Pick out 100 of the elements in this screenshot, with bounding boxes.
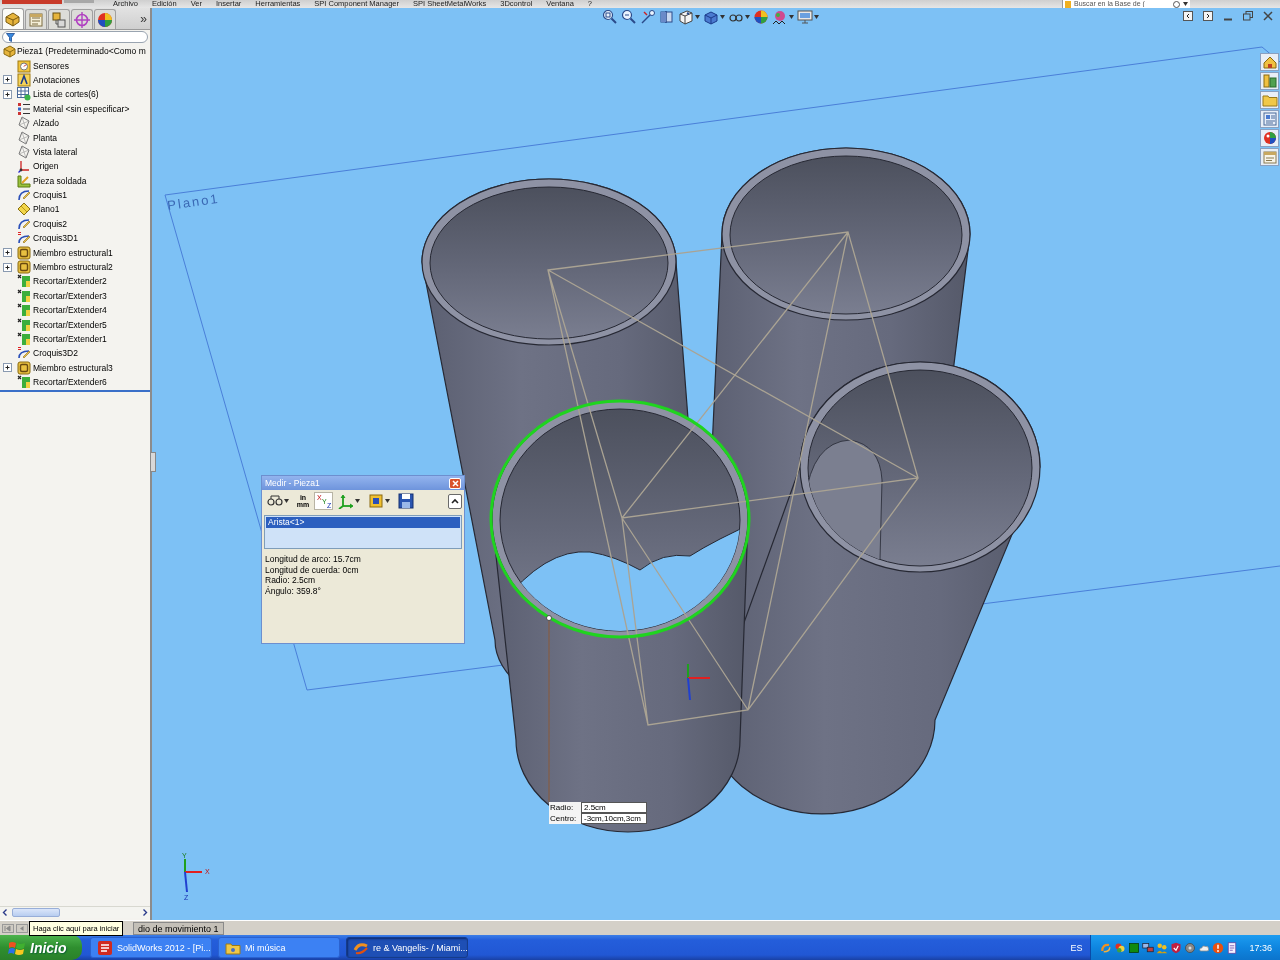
caret-icon[interactable] [720, 15, 725, 19]
tree-item[interactable]: Croquis2 [0, 216, 150, 232]
tree-item[interactable]: Recortar/Extender2 [0, 274, 150, 289]
tree-item[interactable]: Origen [0, 159, 150, 174]
expand-icon[interactable] [3, 248, 12, 258]
taskbar-button[interactable]: re & Vangelis- / Miami... [346, 937, 468, 958]
selection-item[interactable]: Arista<1> [266, 517, 460, 528]
caret-icon[interactable] [789, 15, 794, 19]
home-icon[interactable] [1261, 54, 1278, 70]
caret-icon[interactable] [814, 15, 819, 19]
manager-tab[interactable] [48, 9, 70, 29]
sketch-icon [17, 216, 31, 231]
selection-list[interactable]: Arista<1> [264, 515, 462, 549]
expand-icon[interactable] [3, 75, 12, 85]
display-style-icon[interactable] [703, 9, 719, 25]
tree-item[interactable]: Alzado [0, 115, 150, 131]
expand-icon[interactable] [3, 363, 12, 373]
tree-item[interactable]: Planta [0, 130, 150, 145]
scroll-thumb[interactable] [12, 908, 60, 917]
tree-item[interactable]: Material <sin especificar> [0, 101, 150, 116]
previous-view-icon[interactable] [640, 9, 656, 25]
tree-item[interactable]: Croquis3D2 [0, 346, 150, 361]
tree-item[interactable]: Croquis1 [0, 187, 150, 203]
tree-item[interactable]: Miembro estructural3 [0, 360, 150, 375]
save-icon [398, 493, 414, 509]
origin-icon [17, 159, 31, 174]
table-icon [17, 87, 31, 102]
zoom-area-icon[interactable] [621, 9, 637, 25]
tree-item[interactable]: Vista lateral [0, 144, 150, 160]
palette-icon[interactable] [1261, 111, 1278, 127]
caret-icon[interactable] [355, 499, 360, 503]
manager-tab[interactable] [71, 9, 93, 29]
callout-value: 2.5cm [581, 802, 647, 813]
tile-right-icon[interactable] [1203, 11, 1213, 21]
taskbar-button[interactable]: SolidWorks 2012 - [Pi... [90, 937, 212, 958]
plane-label: Plano1 [166, 190, 221, 213]
dialog-title: Medir - Pieza1 [265, 478, 320, 488]
language-indicator[interactable]: ES [1070, 942, 1083, 953]
arc-center-icon [267, 493, 283, 509]
view-settings-icon[interactable] [797, 9, 813, 25]
tree-item[interactable]: Miembro estructural1 [0, 245, 150, 260]
restore-icon[interactable] [1243, 11, 1253, 21]
properties-icon[interactable] [1261, 149, 1278, 165]
disc-icon[interactable] [1184, 941, 1197, 954]
tree-item[interactable]: Pieza soldada [0, 173, 150, 188]
save-button[interactable] [395, 492, 417, 510]
scene-icon[interactable] [772, 9, 788, 25]
search-icon[interactable] [1173, 0, 1180, 8]
expand-icon[interactable] [3, 89, 12, 99]
tree-item[interactable]: Pieza1 (Predeterminado<Como m [0, 44, 150, 59]
chevron-up-icon [451, 498, 459, 504]
scrollbar[interactable] [0, 906, 150, 918]
expand-icon[interactable] [3, 262, 12, 272]
tile-left-icon[interactable] [1183, 11, 1193, 21]
alert-icon[interactable] [1212, 941, 1225, 954]
structural-member-icon [17, 360, 31, 375]
tree-item[interactable]: Recortar/Extender5 [0, 317, 150, 332]
tree-item[interactable]: Recortar/Extender6 [0, 375, 150, 390]
tree-item[interactable]: Anotaciones [0, 72, 150, 88]
section-view-icon[interactable] [659, 9, 675, 25]
collapse-button[interactable] [448, 493, 462, 509]
caret-icon[interactable] [695, 15, 700, 19]
motion-study-tab[interactable]: dio de movimiento 1 [133, 921, 224, 935]
close-button[interactable] [449, 477, 461, 489]
resources-icon[interactable] [1261, 73, 1278, 89]
scroll-left-icon[interactable] [0, 907, 10, 918]
caret-icon[interactable] [1183, 2, 1188, 6]
tree-item[interactable]: Lista de cortes(6) [0, 87, 150, 102]
shield-icon[interactable] [1170, 941, 1183, 954]
caret-icon[interactable] [385, 499, 390, 503]
zoom-fit-icon[interactable] [602, 9, 618, 25]
tree-item[interactable]: Recortar/Extender1 [0, 331, 150, 347]
manager-tab[interactable] [2, 8, 24, 29]
tree-item[interactable]: Plano1 [0, 202, 150, 217]
network-icon[interactable] [1142, 941, 1155, 954]
scroll-right-icon[interactable] [140, 907, 150, 918]
view-orientation-icon[interactable] [678, 9, 694, 25]
close-icon[interactable] [1263, 11, 1273, 21]
square-icon[interactable] [1128, 941, 1141, 954]
selected-edge[interactable] [489, 399, 751, 639]
filter-field[interactable] [2, 31, 148, 43]
document-icon[interactable] [1226, 941, 1239, 954]
tree-item[interactable]: Croquis3D1 [0, 231, 150, 246]
caret-icon[interactable] [745, 15, 750, 19]
splitter-handle[interactable] [150, 452, 156, 472]
tree-item[interactable]: Recortar/Extender3 [0, 288, 150, 304]
folder-icon[interactable] [1261, 92, 1278, 108]
appearance-icon[interactable] [1261, 130, 1278, 146]
flower-icon[interactable] [1114, 941, 1127, 954]
taskbar-button[interactable]: Mi música [218, 937, 340, 958]
tree-item[interactable]: Recortar/Extender4 [0, 303, 150, 318]
more-tabs-button[interactable]: » [140, 11, 147, 26]
caret-icon[interactable] [284, 499, 289, 503]
appearance-icon[interactable] [753, 9, 769, 25]
start-button[interactable]: Inicio [0, 935, 82, 960]
manager-tab[interactable] [94, 9, 116, 29]
trim-icon [17, 375, 31, 390]
tree-item[interactable]: Sensores [0, 58, 150, 73]
app-icon [97, 939, 113, 956]
tree-item[interactable]: Miembro estructural2 [0, 259, 150, 275]
